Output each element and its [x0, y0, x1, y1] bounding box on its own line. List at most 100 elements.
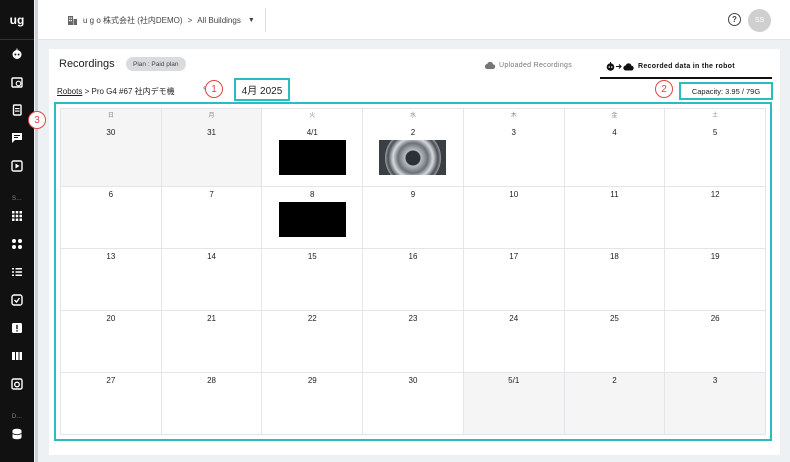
building-icon	[68, 15, 77, 25]
calendar-day-cell[interactable]: 30	[363, 373, 464, 435]
day-number: 29	[307, 376, 317, 385]
calendar-day-cell[interactable]: 16	[363, 249, 464, 311]
camera-icon[interactable]	[0, 370, 34, 398]
calendar-day-cell[interactable]: 22	[262, 311, 364, 373]
day-number: 31	[207, 128, 217, 137]
app-root: ug S… D… u g o 株式会社 (社内DEMO) > All Build…	[0, 0, 790, 462]
day-number: 5	[712, 128, 718, 137]
tab-label: Uploaded Recordings	[499, 61, 573, 69]
calendar-day-cell[interactable]: 15	[262, 249, 364, 311]
day-number: 10	[509, 190, 519, 199]
calendar-day-cell[interactable]: 21	[161, 311, 263, 373]
day-number: 22	[307, 314, 317, 323]
tab-label: Recorded data in the robot	[638, 62, 735, 70]
section-label: D…	[11, 414, 23, 420]
calendar-day-cell[interactable]: 5	[665, 125, 766, 187]
calendar-day-cell[interactable]: 2	[363, 125, 464, 187]
calendar-day-cell[interactable]: 19	[665, 249, 766, 311]
play-icon[interactable]	[0, 152, 34, 180]
building-name: All Buildings	[197, 15, 241, 25]
day-number: 26	[710, 314, 720, 323]
day-number: 2	[410, 128, 416, 137]
grid-icon[interactable]	[0, 202, 34, 230]
calendar-day-cell[interactable]: 30	[61, 125, 162, 187]
calendar-day-cell[interactable]: 8	[262, 187, 364, 249]
day-number: 11	[610, 190, 619, 199]
prev-month-button[interactable]: ‹	[203, 83, 206, 92]
checklist-icon[interactable]	[0, 258, 34, 286]
day-number: 30	[106, 128, 116, 137]
calendar-day-cell[interactable]: 10	[463, 187, 565, 249]
calendar-day-cell[interactable]: 5/1	[463, 373, 565, 435]
page-title: Recordings	[59, 58, 115, 70]
task-icon[interactable]	[0, 286, 34, 314]
fisheye-preview	[384, 140, 441, 175]
calendar-day-cell[interactable]: 17	[463, 249, 565, 311]
calendar-day-cell[interactable]: 4	[564, 125, 666, 187]
month-label[interactable]: 4月 2025	[234, 78, 290, 101]
calendar-day-cell[interactable]: 4/1	[262, 125, 364, 187]
calendar-day-cell[interactable]: 3	[463, 125, 565, 187]
building-selector[interactable]: u g o 株式会社 (社内DEMO) > All Buildings ▼	[68, 8, 266, 32]
weekday-header: 金	[565, 109, 666, 125]
day-number: 16	[408, 252, 418, 261]
calendar-day-cell[interactable]: 27	[61, 373, 162, 435]
recordings-panel: Recordings Plan : Paid plan Uploaded Rec…	[28, 49, 780, 455]
day-number: 17	[509, 252, 519, 261]
day-number: 3	[511, 128, 516, 137]
plan-badge: Plan : Paid plan	[126, 57, 186, 71]
day-number: 23	[408, 314, 418, 323]
calendar-day-cell[interactable]: 2	[564, 373, 666, 435]
calendar-day-cell[interactable]: 12	[665, 187, 766, 249]
annotation-badge-3: 3	[28, 111, 46, 129]
sidebar: ug S… D…	[0, 0, 34, 462]
alert-icon[interactable]	[0, 314, 34, 342]
day-number: 8	[310, 190, 315, 199]
map-icon[interactable]	[0, 342, 34, 370]
day-number: 2	[612, 376, 617, 385]
chat-icon[interactable]	[0, 124, 34, 152]
recording-thumbnail[interactable]	[278, 202, 346, 237]
database-icon[interactable]	[0, 420, 34, 448]
calendar-day-cell[interactable]: 24	[463, 311, 565, 373]
day-number: 5/1	[508, 376, 520, 385]
schedule-icon[interactable]	[0, 68, 34, 96]
calendar-day-cell[interactable]: 28	[161, 373, 263, 435]
calendar-day-cell[interactable]: 18	[564, 249, 666, 311]
day-number: 25	[609, 314, 619, 323]
calendar-highlight: 日月火水木金土 30 31 4/1 2 3 4 5 6 7 8 9 10 11 12 13 14 15 16 17 18…	[54, 102, 772, 441]
app-logo[interactable]: ug	[0, 0, 34, 40]
tab-uploaded-recordings[interactable]: Uploaded Recordings	[485, 55, 572, 75]
calendar-day-cell[interactable]: 7	[161, 187, 263, 249]
calendar-day-cell[interactable]: 31	[161, 125, 263, 187]
robot-icon[interactable]	[0, 40, 34, 68]
day-number: 3	[712, 376, 718, 385]
calendar-day-cell[interactable]: 25	[564, 311, 666, 373]
calendar-grid: 日月火水木金土 30 31 4/1 2 3 4 5 6 7 8 9 10 11 12 13 14 15 16 17 18…	[60, 108, 766, 435]
calendar-day-cell[interactable]: 13	[61, 249, 162, 311]
breadcrumb-robots-link[interactable]: Robots	[57, 87, 82, 96]
calendar-day-cell[interactable]: 3	[665, 373, 766, 435]
recording-thumbnail[interactable]	[278, 140, 346, 175]
sidebar-scrollbar[interactable]	[35, 0, 38, 462]
annotation-badge-2: 2	[655, 80, 673, 98]
calendar-day-cell[interactable]: 11	[564, 187, 666, 249]
robot-to-cloud-icon	[606, 61, 634, 71]
calendar-day-cell[interactable]: 9	[363, 187, 464, 249]
tab-recorded-data[interactable]: Recorded data in the robot	[600, 55, 772, 79]
day-number: 12	[710, 190, 720, 199]
breadcrumb: Robots > Pro G4 #67 社内デモ機	[57, 86, 175, 97]
calendar-day-cell[interactable]: 29	[262, 373, 364, 435]
top-bar: u g o 株式会社 (社内DEMO) > All Buildings ▼ ? …	[38, 0, 790, 40]
help-icon[interactable]: ?	[728, 13, 741, 26]
avatar[interactable]: SS	[748, 9, 771, 32]
calendar-day-cell[interactable]: 20	[61, 311, 162, 373]
calendar-day-cell[interactable]: 6	[61, 187, 162, 249]
day-number: 4	[612, 128, 617, 137]
recording-thumbnail[interactable]	[379, 140, 447, 175]
calendar-day-cell[interactable]: 26	[665, 311, 766, 373]
flow-icon[interactable]	[0, 230, 34, 258]
calendar-day-cell[interactable]: 14	[161, 249, 263, 311]
weekday-header: 水	[363, 109, 464, 125]
calendar-day-cell[interactable]: 23	[363, 311, 464, 373]
